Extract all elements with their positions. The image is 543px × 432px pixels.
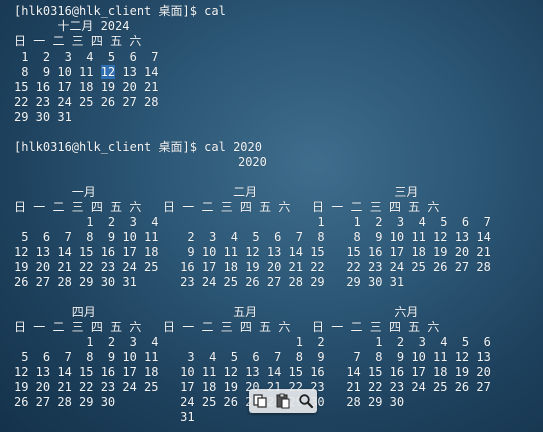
weekday-header: 日 一 二 三 四 五 六 日 一 二 三 四 五 六 日 一 二 三 四 五 …	[14, 200, 440, 214]
month-titles: 一月 二月 三月	[14, 185, 419, 199]
calendar-row: 19 20 21 22 23 24 25 16 17 18 19 20 21 2…	[14, 260, 491, 274]
today-highlight: 12	[100, 65, 116, 79]
calendar-title: 十二月 2024	[14, 19, 130, 33]
month-titles: 四月 五月 六月	[14, 305, 419, 319]
year-title: 2020	[14, 155, 267, 169]
calendar-row: 12 13 14 15 16 17 18 10 11 12 13 14 15 1…	[14, 365, 491, 379]
copy-icon[interactable]	[251, 392, 269, 410]
calendar-row: 5 6 7 8 9 10 11 3 4 5 6 7 8 9 7 8 9 10 1…	[14, 350, 491, 364]
prompt-line: [hlk0316@hlk_client 桌面]$ cal	[14, 4, 226, 18]
search-icon[interactable]	[297, 392, 315, 410]
calendar-row: 15 16 17 18 19 20 21	[14, 80, 159, 94]
calendar-row: 31	[14, 410, 195, 424]
calendar-row: 5 6 7 8 9 10 11 2 3 4 5 6 7 8 8 9 10 11 …	[14, 230, 491, 244]
floating-toolbar	[249, 389, 317, 413]
calendar-row: 12 13 14 15 16 17 18 9 10 11 12 13 14 15…	[14, 245, 491, 259]
calendar-row: 22 23 24 25 26 27 28	[14, 95, 159, 109]
weekday-header: 日 一 二 三 四 五 六	[14, 34, 142, 48]
terminal-window[interactable]: [hlk0316@hlk_client 桌面]$ cal 十二月 2024 日 …	[0, 0, 543, 432]
calendar-row: 26 27 28 29 30 24 25 26 27 28 29 30 28 2…	[14, 395, 405, 409]
calendar-row: 26 27 28 29 30 31 23 24 25 26 27 28 29 2…	[14, 275, 405, 289]
weekday-header: 日 一 二 三 四 五 六 日 一 二 三 四 五 六 日 一 二 三 四 五 …	[14, 320, 440, 334]
calendar-row-today: 8 9 10 11 12 13 14	[14, 65, 159, 79]
calendar-row: 1 2 3 4 1 1 2 3 4 5 6 7	[14, 215, 491, 229]
calendar-row: 1 2 3 4 1 2 1 2 3 4 5 6	[14, 335, 491, 349]
prompt-line: [hlk0316@hlk_client 桌面]$ cal 2020	[14, 140, 262, 154]
calendar-row: 29 30 31	[14, 110, 72, 124]
paste-icon[interactable]	[274, 392, 292, 410]
calendar-row: 1 2 3 4 5 6 7	[14, 50, 159, 64]
